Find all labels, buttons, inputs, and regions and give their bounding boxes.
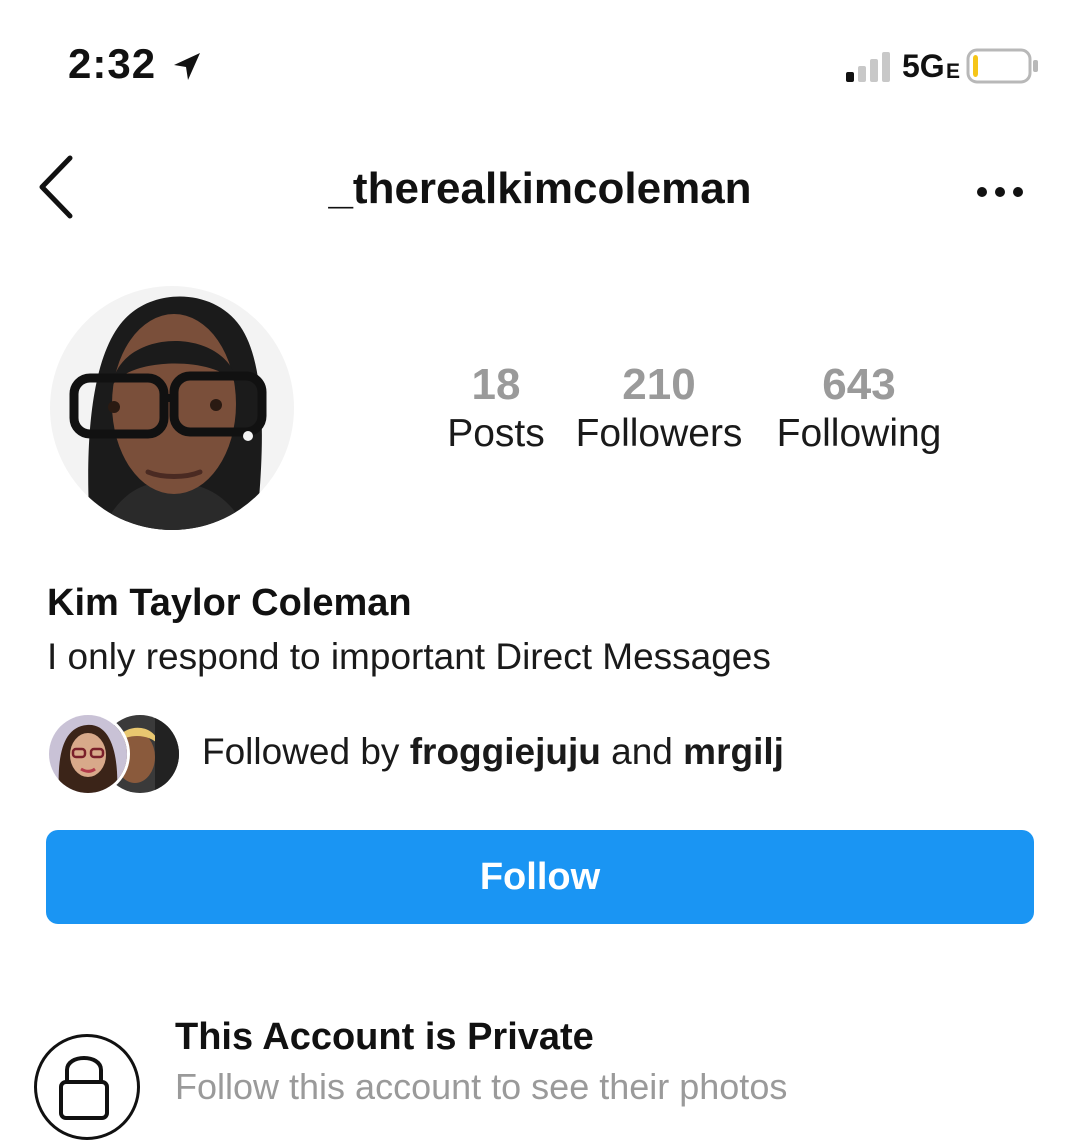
header-username: _therealkimcoleman [328,164,752,213]
status-time: 2:32 [68,40,157,87]
following-count: 643 [822,360,896,409]
posts-count: 18 [471,360,521,409]
follow-button[interactable]: Follow [46,830,1034,924]
battery-level-fill [973,55,978,77]
stat-followers[interactable]: 210 Followers [566,360,752,458]
followed-by-user-froggiejuju[interactable]: froggiejuju [410,731,601,772]
mutual-avatar-froggiejuju [46,712,130,796]
followed-by-user-mrgilj[interactable]: mrgilj [683,731,784,772]
bio-text: I only respond to important Direct Messa… [47,636,771,677]
private-lock-badge [34,1034,140,1140]
stat-following[interactable]: 643 Following [766,360,952,458]
followers-label: Followers [575,412,743,455]
location-arrow-icon [174,53,200,80]
posts-label: Posts [447,412,545,455]
lock-icon [59,1056,109,1120]
display-name: Kim Taylor Coleman [47,582,412,624]
mutual-followers-avatars[interactable] [46,712,182,796]
followers-count: 210 [622,360,696,409]
followed-by-text[interactable]: Followed by froggiejuju and mrgilj [202,731,784,773]
followed-by-prefix: Followed by [202,731,400,772]
cell-signal-icon [846,52,890,82]
private-account-title: This Account is Private [175,1016,594,1058]
private-account-subtitle: Follow this account to see their photos [175,1066,788,1107]
network-suffix: E [946,60,961,83]
profile-avatar[interactable] [50,286,294,530]
battery-low-icon [966,48,1038,84]
followed-by-conj: and [611,731,673,772]
stat-posts[interactable]: 18 Posts [440,360,552,458]
network-type: 5G [902,48,945,84]
more-horizontal-icon[interactable] [976,184,1024,200]
following-label: Following [776,412,942,455]
